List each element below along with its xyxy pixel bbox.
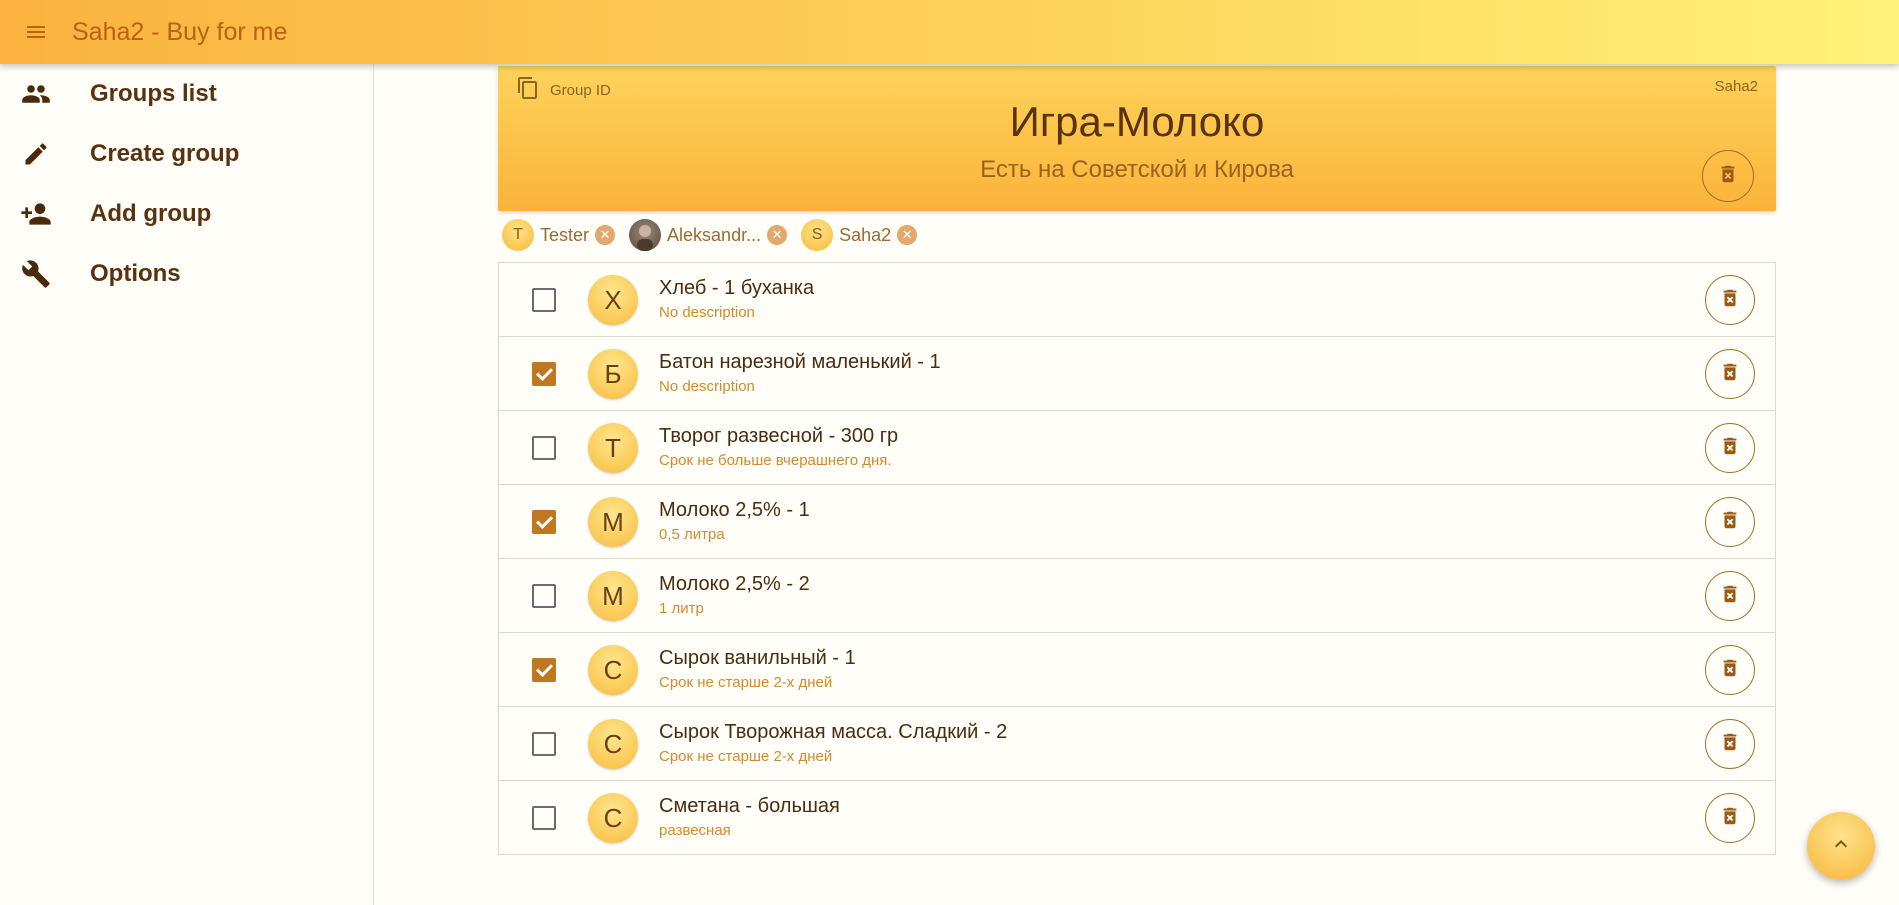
member-chip: T Tester ✕	[502, 219, 619, 251]
delete-item-button[interactable]	[1705, 497, 1755, 547]
item-name: Сырок ванильный - 1	[659, 647, 856, 669]
item-name: Молоко 2,5% - 1	[659, 499, 810, 521]
delete-item-button[interactable]	[1705, 719, 1755, 769]
group-id-label: Group ID	[550, 82, 611, 99]
item-description: Срок не старше 2-х дней	[659, 674, 833, 691]
item-checkbox[interactable]	[532, 510, 556, 534]
delete-item-button[interactable]	[1705, 571, 1755, 621]
item-description: Срок не больше вчерашнего дня.	[659, 452, 892, 469]
group-header-card: Group ID Saha2 Игра-Молоко Есть на Совет…	[498, 66, 1776, 211]
item-name: Творог развесной - 300 гр	[659, 425, 899, 447]
avatar-photo	[629, 219, 662, 251]
nav-item-label: Add group	[90, 200, 212, 227]
avatar: T	[502, 219, 534, 251]
delete-item-button[interactable]	[1705, 793, 1755, 843]
nav-item-groups-list[interactable]: Groups list	[0, 64, 373, 124]
member-chips: T Tester ✕ Aleksandr... ✕ S Saha2 ✕	[502, 219, 921, 251]
nav-item-options[interactable]: Options	[0, 244, 373, 304]
member-name: Aleksandr...	[667, 224, 762, 245]
item-description: Срок не старше 2-х дней	[659, 748, 833, 765]
avatar: С	[588, 645, 638, 695]
member-name: Tester	[540, 224, 590, 245]
list-item[interactable]: С Сырок ванильный - 1 Срок не старше 2-х д…	[499, 633, 1775, 707]
list-item[interactable]: Б Батон нарезной маленький - 1 No descript…	[499, 337, 1775, 411]
remove-member-icon[interactable]: ✕	[767, 225, 788, 245]
delete-icon	[1719, 509, 1741, 536]
people-icon	[18, 79, 54, 109]
item-name: Сметана - большая	[659, 795, 840, 817]
remove-member-icon[interactable]: ✕	[595, 225, 616, 245]
chevron-up-icon	[1829, 832, 1853, 861]
avatar: Б	[588, 349, 638, 399]
delete-item-button[interactable]	[1705, 423, 1755, 473]
list-item[interactable]: М Молоко 2,5% - 1 0,5 литра	[499, 485, 1775, 559]
scroll-top-button[interactable]	[1807, 812, 1875, 880]
member-chip: Aleksandr... ✕	[629, 219, 791, 251]
person-add-icon	[18, 198, 54, 230]
delete-icon	[1719, 731, 1741, 758]
delete-item-button[interactable]	[1705, 275, 1755, 325]
item-checkbox[interactable]	[532, 658, 556, 682]
items-list: Х Хлеб - 1 буханка No description Б Батон на…	[498, 262, 1776, 855]
delete-icon	[1719, 435, 1741, 462]
nav-item-label: Options	[90, 260, 181, 287]
nav-item-create-group[interactable]: Create group	[0, 124, 373, 184]
item-name: Сырок Творожная масса. Сладкий - 2	[659, 721, 1008, 743]
avatar: Х	[588, 275, 638, 325]
wrench-icon	[18, 259, 54, 289]
avatar: S	[801, 219, 834, 251]
member-chip: S Saha2 ✕	[801, 219, 921, 251]
item-description: 1 литр	[659, 600, 704, 617]
avatar: С	[588, 793, 638, 843]
item-name: Батон нарезной маленький - 1	[659, 351, 941, 373]
list-item[interactable]: Т Творог развесной - 300 гр Срок не больше…	[499, 411, 1775, 485]
nav-item-add-group[interactable]: Add group	[0, 184, 373, 244]
nav-item-label: Groups list	[90, 80, 217, 107]
item-description: развесная	[659, 822, 731, 839]
app-title: Saha2 - Buy for me	[72, 17, 288, 46]
delete-icon	[1719, 583, 1741, 610]
delete-group-button[interactable]	[1702, 150, 1754, 202]
delete-icon	[1719, 287, 1741, 314]
group-title: Игра-Молоко	[1009, 98, 1265, 145]
group-owner: Saha2	[1714, 78, 1758, 95]
avatar: М	[588, 497, 638, 547]
avatar: М	[588, 571, 638, 621]
list-item[interactable]: С Сырок Творожная масса. Сладкий - 2 Срок …	[499, 707, 1775, 781]
list-item[interactable]: М Молоко 2,5% - 2 1 литр	[499, 559, 1775, 633]
item-checkbox[interactable]	[532, 584, 556, 608]
delete-icon	[1719, 657, 1741, 684]
item-description: No description	[659, 378, 755, 395]
item-checkbox[interactable]	[532, 732, 556, 756]
item-description: 0,5 литра	[659, 526, 725, 543]
app-bar: Saha2 - Buy for me	[0, 0, 1899, 64]
item-name: Хлеб - 1 буханка	[659, 277, 815, 299]
item-description: No description	[659, 304, 755, 321]
delete-icon	[1717, 163, 1739, 190]
item-checkbox[interactable]	[532, 362, 556, 386]
avatar: С	[588, 719, 638, 769]
item-checkbox[interactable]	[532, 806, 556, 830]
navigation-drawer: Groups list Create group Add group Optio…	[0, 64, 374, 905]
delete-icon	[1719, 805, 1741, 832]
menu-icon[interactable]	[18, 14, 54, 50]
delete-item-button[interactable]	[1705, 349, 1755, 399]
item-checkbox[interactable]	[532, 288, 556, 312]
pencil-icon	[18, 140, 54, 168]
list-item[interactable]: С Сметана - большая развесная	[499, 781, 1775, 854]
item-name: Молоко 2,5% - 2	[659, 573, 810, 595]
nav-item-label: Create group	[90, 140, 240, 167]
delete-icon	[1719, 361, 1741, 388]
delete-item-button[interactable]	[1705, 645, 1755, 695]
list-item[interactable]: Х Хлеб - 1 буханка No description	[499, 263, 1775, 337]
avatar: Т	[588, 423, 638, 473]
group-description: Есть на Советской и Кирова	[980, 156, 1294, 183]
remove-member-icon[interactable]: ✕	[897, 225, 918, 245]
member-name: Saha2	[839, 224, 892, 245]
item-checkbox[interactable]	[532, 436, 556, 460]
